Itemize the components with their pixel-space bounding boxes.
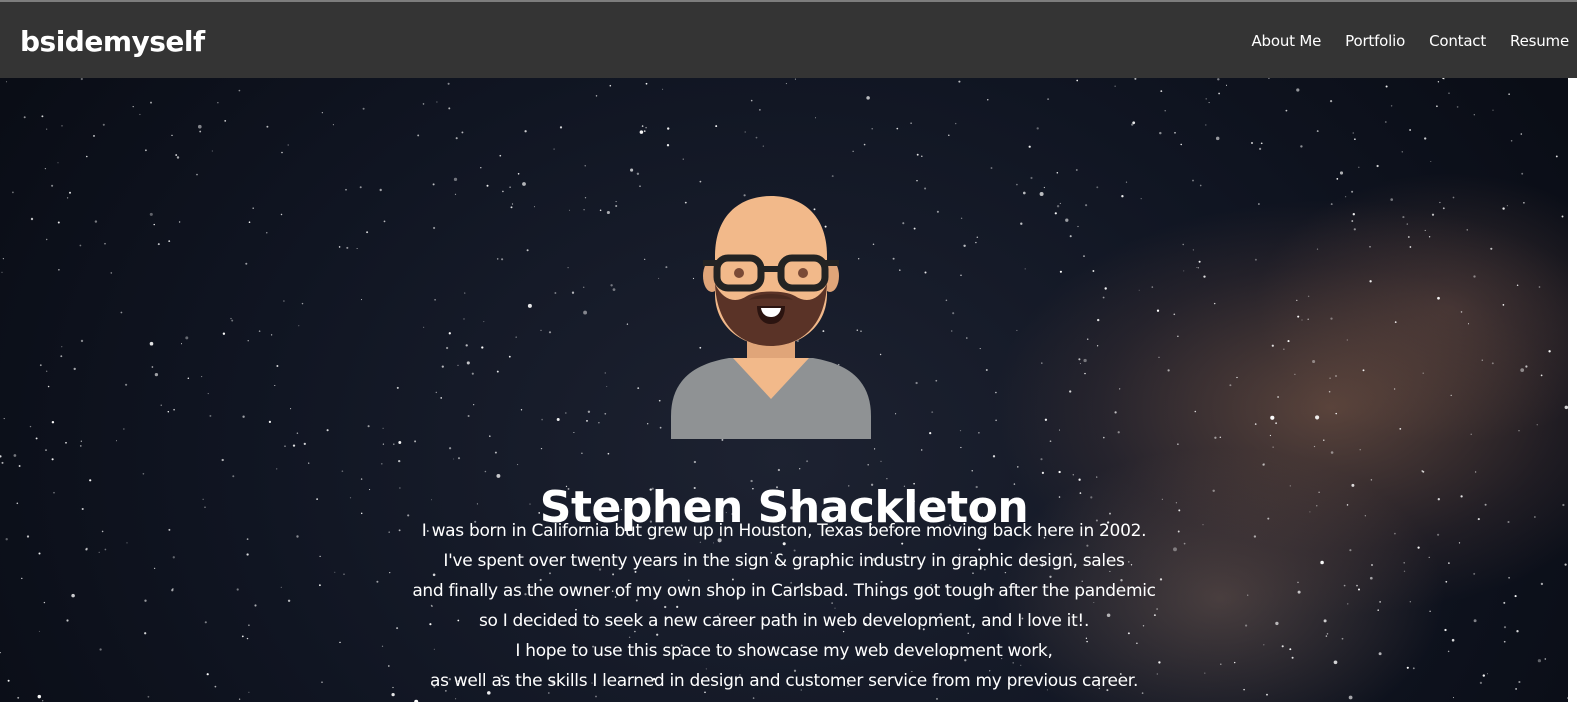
bio-line: I hope to use this space to showcase my …: [515, 641, 1053, 661]
nav-links: About Me Portfolio Contact Resume: [1227, 29, 1569, 53]
nav-link-resume[interactable]: Resume: [1510, 29, 1569, 53]
bio-line: I was born in California but grew up in …: [421, 521, 1147, 541]
hero-bio: I was born in California but grew up in …: [0, 516, 1568, 696]
nav-link-contact[interactable]: Contact: [1429, 29, 1486, 53]
nav-link-about-me[interactable]: About Me: [1251, 29, 1321, 53]
site-brand[interactable]: bsidemyself: [20, 22, 205, 62]
nav-link-portfolio[interactable]: Portfolio: [1345, 29, 1405, 53]
bio-line: so I decided to seek a new career path i…: [478, 611, 1090, 631]
bio-line: as well as the skills I learned in desig…: [429, 671, 1139, 691]
bio-line: I've spent over twenty years in the sign…: [443, 551, 1125, 571]
navbar: bsidemyself About Me Portfolio Contact R…: [0, 2, 1577, 78]
bio-line: and finally as the owner of my own shop …: [412, 581, 1156, 601]
avatar-icon: [671, 196, 871, 439]
hero-section: Stephen Shackleton I was born in Califor…: [0, 78, 1568, 702]
page-edge: [1568, 78, 1577, 702]
